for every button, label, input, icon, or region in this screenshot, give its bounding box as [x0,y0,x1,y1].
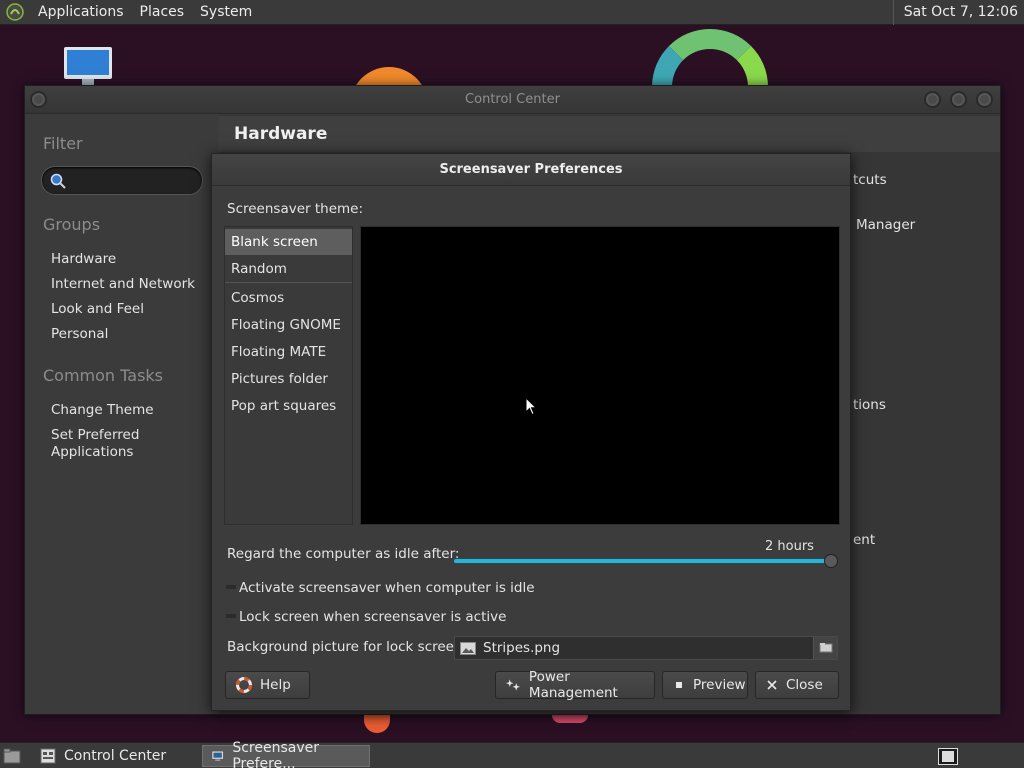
control-center-sidebar: Filter Groups Hardware Internet and Netw… [25,114,218,714]
power-management-label: Power Management [528,669,618,701]
help-label: Help [260,677,291,693]
idle-slider-handle[interactable] [824,554,838,568]
preview-button[interactable]: Preview [662,671,748,699]
wallpaper-shape [552,715,588,723]
search-icon [50,173,66,189]
group-internet-network[interactable]: Internet and Network [51,276,195,293]
section-title: Hardware [234,124,328,144]
taskbar-label: Control Center [64,748,167,764]
power-management-button[interactable]: Power Management [495,669,655,701]
activate-label[interactable]: Activate screensaver when computer is id… [239,580,535,596]
workspace-switcher[interactable] [938,748,958,765]
close-window-button[interactable] [976,91,993,108]
search-input[interactable] [41,166,203,195]
close-label: Close [786,677,823,693]
theme-label: Screensaver theme: [227,201,364,217]
background-file-name: Stripes.png [483,640,561,656]
minimize-button[interactable] [924,91,941,108]
task-applications[interactable]: Applications [51,444,133,461]
groups-heading: Groups [43,215,101,234]
idle-value: 2 hours [765,539,814,554]
theme-item-cosmos[interactable]: Cosmos [225,285,352,311]
lock-checkbox[interactable] [226,614,236,618]
theme-list[interactable]: Blank screen Random Cosmos Floating GNOM… [224,226,353,525]
task-set-preferred[interactable]: Set Preferred [51,427,139,444]
group-look-and-feel[interactable]: Look and Feel [51,301,144,318]
screensaver-icon [211,750,224,762]
theme-item-pop-art-squares[interactable]: Pop art squares [225,393,352,419]
screensaver-preview [360,226,840,525]
taskbar-item-screensaver[interactable]: Screensaver Prefere... [202,740,370,768]
mate-logo-icon[interactable] [6,3,24,21]
section-header: Hardware [219,116,1000,152]
wallpaper-shape [364,715,390,733]
taskbar-label: Screensaver Prefere... [232,740,320,768]
picture-icon [460,642,476,655]
stop-square-icon [676,682,682,688]
theme-item-floating-gnome[interactable]: Floating GNOME [225,312,352,338]
maximize-button[interactable] [950,91,967,108]
idle-slider-track[interactable] [454,559,834,563]
menu-places[interactable]: Places [132,4,193,20]
theme-item-pictures-folder[interactable]: Pictures folder [225,366,352,392]
power-sparkle-icon [506,679,520,691]
peek-item[interactable]: tcuts [853,172,887,188]
background-picture-label: Background picture for lock screen: [227,639,468,655]
folder-open-button[interactable] [813,637,837,659]
theme-item-random[interactable]: Random [225,256,352,282]
theme-item-floating-mate[interactable]: Floating MATE [225,339,352,365]
mouse-cursor-icon [525,397,537,416]
peek-item[interactable]: tions [853,397,886,413]
control-center-icon [40,748,56,764]
background-file-chooser[interactable]: Stripes.png [454,636,838,660]
group-hardware[interactable]: Hardware [51,251,116,268]
activate-checkbox[interactable] [226,585,236,589]
idle-label: Regard the computer as idle after: [227,546,460,562]
window-title: Control Center [465,92,560,107]
common-tasks-heading: Common Tasks [43,366,164,385]
separator [225,282,352,283]
bottom-panel: Control Center Screensaver Prefere... [0,740,1024,768]
preview-label: Preview [693,677,746,693]
show-desktop-icon[interactable] [3,748,21,764]
task-change-theme[interactable]: Change Theme [51,402,154,419]
peek-item[interactable]: ent [853,532,875,548]
menu-applications[interactable]: Applications [30,4,132,20]
folder-icon [819,643,833,653]
filter-heading: Filter [43,134,83,153]
peek-item[interactable]: Manager [856,217,915,233]
help-button[interactable]: Help [225,671,310,699]
theme-item-blank-screen[interactable]: Blank screen [225,229,352,255]
taskbar-item-control-center[interactable]: Control Center [32,745,197,767]
menu-system[interactable]: System [192,4,260,20]
close-button[interactable]: Close [755,671,839,699]
lock-label[interactable]: Lock screen when screensaver is active [239,609,506,625]
top-panel: Applications Places System Sat Oct 7, 12… [0,0,1024,25]
close-icon [767,680,777,690]
dialog-titlebar[interactable]: Screensaver Preferences [212,154,850,186]
screensaver-preferences-dialog: Screensaver Preferences Screensaver them… [211,153,851,711]
clock[interactable]: Sat Oct 7, 12:06 [892,0,1024,25]
group-personal[interactable]: Personal [51,326,108,343]
lifebuoy-icon [236,677,252,693]
control-center-titlebar[interactable]: Control Center [25,86,1000,114]
